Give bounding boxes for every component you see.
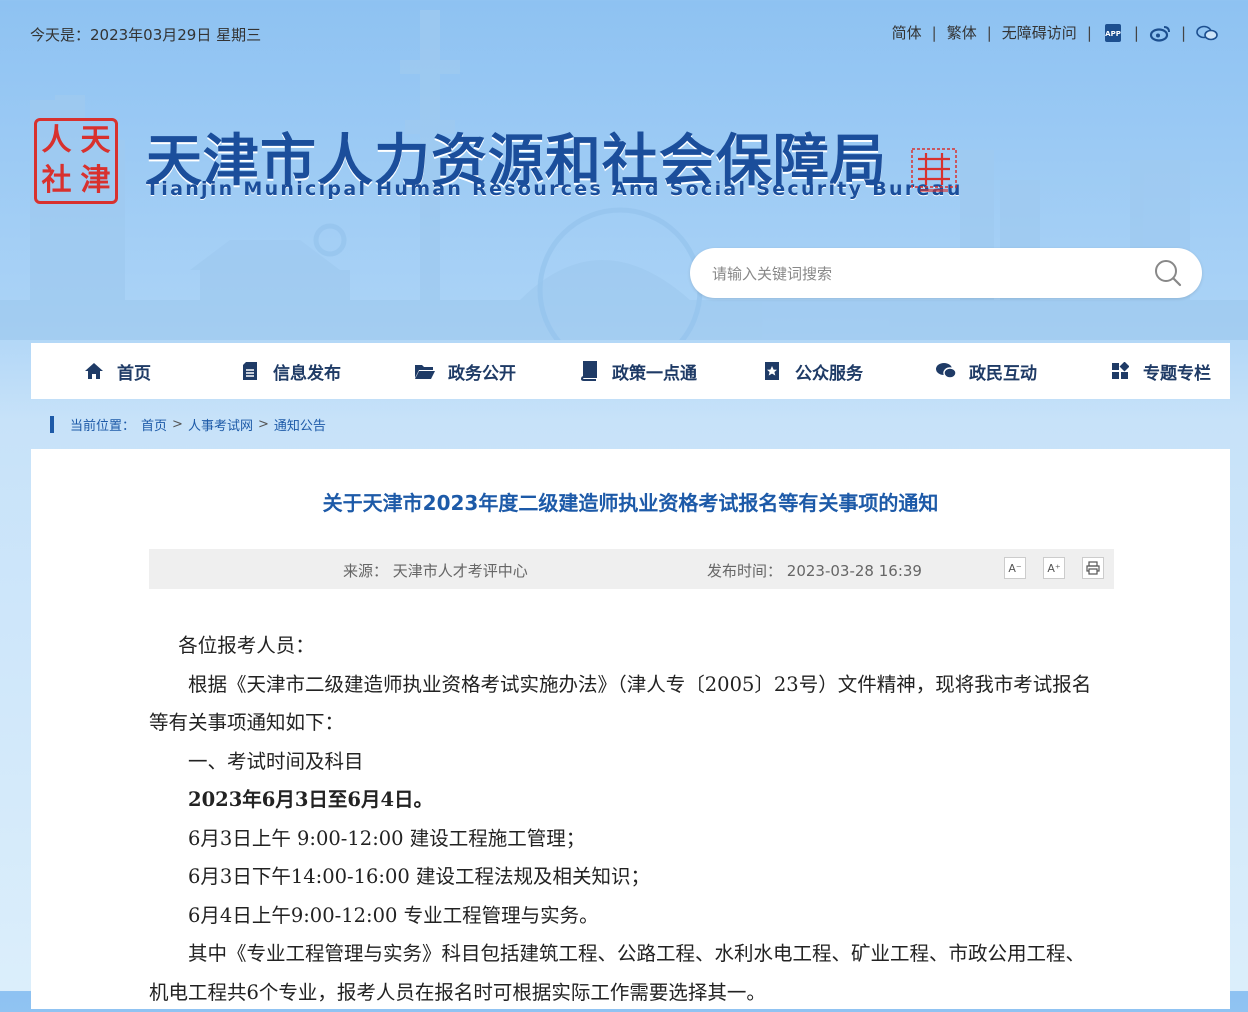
time-value: 2023-03-28 16:39 [786, 562, 922, 580]
seal-char: 人 [41, 123, 72, 158]
seal-char: 社 [41, 163, 72, 198]
article-meta-bar: 来源： 天津市人才考评中心 发布时间： 2023-03-28 16:39 A⁻ … [149, 549, 1114, 589]
nav-government-affairs[interactable]: 政务公开 [414, 359, 516, 384]
seal-char: 天 [80, 123, 111, 158]
breadcrumb-exam-site[interactable]: 人事考试网 [188, 415, 253, 434]
bureau-seal-logo: 人 天 社 津 [34, 118, 118, 204]
nav-label: 政务公开 [448, 363, 516, 384]
bookmark-star-icon [761, 360, 783, 382]
traditional-chinese-link[interactable]: 繁体 [947, 22, 977, 43]
article-paragraph: 其中《专业工程管理与实务》科目包括建筑工程、公路工程、水利水电工程、矿业工程、市… [149, 942, 1086, 1004]
main-nav: 首页 信息发布 政务公开 政策一点通 公众服务 政民互动 专题专栏 [31, 343, 1230, 399]
article-paragraph: 根据《天津市二级建造师执业资格考试实施办法》（津人专〔2005〕23号）文件精神… [149, 672, 1092, 735]
current-date: 今天是：2023年03月29日 星期三 [30, 26, 262, 44]
separator: | [1180, 23, 1186, 42]
top-links: 简体 | 繁体 | 无障碍访问 | APP | | [892, 22, 1218, 43]
breadcrumb-home[interactable]: 首页 [141, 415, 167, 434]
grid-icon [1109, 360, 1131, 382]
document-icon [239, 360, 261, 382]
breadcrumb-separator: > [172, 417, 183, 432]
weibo-icon[interactable] [1149, 23, 1171, 43]
book-icon [578, 360, 600, 382]
nav-label: 政策一点通 [612, 363, 697, 384]
nav-label: 首页 [117, 363, 151, 384]
article-panel: 关于天津市2023年度二级建造师执业资格考试报名等有关事项的通知 来源： 天津市… [31, 449, 1230, 1009]
wechat-icon[interactable] [1196, 23, 1218, 43]
nav-special-topics[interactable]: 专题专栏 [1109, 359, 1211, 384]
chat-icon [935, 360, 957, 382]
accessibility-link[interactable]: 无障碍访问 [1002, 22, 1077, 43]
article-title: 关于天津市2023年度二级建造师执业资格考试报名等有关事项的通知 [322, 491, 939, 515]
nav-public-service[interactable]: 公众服务 [761, 359, 863, 384]
svg-text:APP: APP [1105, 30, 1121, 38]
breadcrumb-label: 当前位置： [70, 419, 136, 434]
article-body: 各位报考人员： 根据《天津市二级建造师执业资格考试实施办法》（津人专〔2005〕… [149, 627, 1099, 1012]
search-box [690, 248, 1202, 300]
article-publish-time: 发布时间： 2023-03-28 16:39 [707, 560, 922, 581]
nav-home[interactable]: 首页 [83, 359, 151, 384]
site-title-english: Tianjin Municipal Human Resources And So… [146, 178, 963, 200]
article-source: 来源： 天津市人才考评中心 [343, 560, 528, 581]
article-paragraph: 一、考试时间及科目 [188, 749, 364, 773]
nav-label: 专题专栏 [1143, 363, 1211, 384]
simplified-chinese-link[interactable]: 简体 [892, 22, 922, 43]
nav-label: 信息发布 [273, 363, 341, 384]
article-paragraph: 6月4日上午9:00-12:00 专业工程管理与实务。 [188, 903, 599, 927]
article-paragraph: 2023年6月3日至6月4日。 [188, 788, 434, 811]
font-larger-button[interactable]: A⁺ [1043, 557, 1065, 579]
separator: | [1086, 23, 1092, 42]
breadcrumb-notices[interactable]: 通知公告 [274, 415, 326, 434]
search-input[interactable] [710, 248, 1134, 300]
nav-info-release[interactable]: 信息发布 [239, 359, 341, 384]
separator: | [986, 23, 992, 42]
article-paragraph: 6月3日上午 9:00-12:00 建设工程施工管理； [188, 826, 586, 850]
article-paragraph: 6月3日下午14:00-16:00 建设工程法规及相关知识； [188, 865, 650, 888]
font-smaller-button[interactable]: A⁻ [1004, 557, 1026, 579]
separator: | [931, 23, 937, 42]
nav-policy[interactable]: 政策一点通 [578, 359, 697, 384]
app-icon[interactable]: APP [1102, 23, 1124, 43]
folder-icon [414, 360, 436, 382]
home-icon [83, 360, 105, 382]
print-button[interactable] [1082, 557, 1104, 579]
article-paragraph: 各位报考人员： [178, 634, 315, 657]
print-icon [1086, 561, 1100, 575]
breadcrumb-marker [50, 416, 54, 433]
breadcrumb: 当前位置： 首页 > 人事考试网 > 通知公告 [50, 415, 326, 434]
separator: | [1133, 23, 1139, 42]
search-button[interactable] [1154, 259, 1182, 287]
breadcrumb-separator: > [257, 417, 269, 432]
seal-char: 津 [80, 163, 111, 198]
time-label: 发布时间： [707, 562, 783, 580]
government-service-stamp-logo [911, 148, 957, 192]
nav-interaction[interactable]: 政民互动 [935, 359, 1037, 384]
source-value: 天津市人才考评中心 [392, 562, 528, 580]
source-label: 来源： [343, 562, 389, 580]
nav-label: 政民互动 [969, 363, 1037, 384]
search-icon [1155, 260, 1182, 287]
nav-label: 公众服务 [795, 363, 863, 384]
